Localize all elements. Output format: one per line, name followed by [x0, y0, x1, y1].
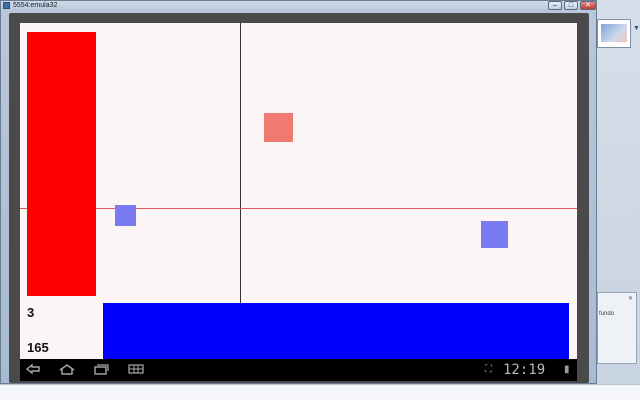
emulator-window: 5554:emula32 – □ ✕ 3 165 ⛶ 12:19 ▮ [0, 0, 597, 384]
thumbnail-image [601, 24, 627, 42]
desktop: 5554:emula32 – □ ✕ 3 165 ⛶ 12:19 ▮ ▼ ✕ f… [0, 0, 640, 400]
back-icon-glyph [25, 363, 40, 375]
score-counter: 3 [27, 305, 35, 320]
battery-icon: ▮ [564, 364, 570, 375]
red-paddle[interactable] [27, 32, 96, 296]
home-icon[interactable] [56, 363, 78, 377]
back-icon[interactable] [22, 363, 44, 377]
blue-square[interactable] [481, 221, 508, 248]
window-titlebar[interactable]: 5554:emula32 – □ ✕ [1, 1, 596, 11]
window-title: 5554:emula32 [13, 2, 58, 9]
blue-square-small[interactable] [115, 205, 136, 226]
side-panel-label: fundo [599, 311, 615, 317]
crosshair-vertical-line [240, 23, 241, 304]
side-panel: ✕ fundo [597, 292, 637, 364]
thumbnail-preview[interactable] [597, 19, 631, 48]
game-screen[interactable]: 3 165 [20, 23, 577, 359]
red-square[interactable] [264, 113, 293, 142]
menu-icon-glyph [128, 364, 144, 374]
blue-paddle[interactable] [103, 303, 569, 359]
clock[interactable]: 12:19 [503, 362, 545, 378]
recent-apps-icon[interactable] [90, 363, 112, 377]
maximize-button[interactable]: □ [564, 1, 578, 10]
recent-apps-icon-glyph [94, 364, 109, 375]
android-system-bar: ⛶ 12:19 ▮ [20, 359, 577, 381]
close-button[interactable]: ✕ [580, 1, 596, 10]
bottom-strip [0, 384, 640, 400]
points-counter: 165 [27, 340, 49, 355]
home-icon-glyph [59, 364, 75, 375]
app-icon [3, 2, 10, 9]
crosshair-horizontal-line [20, 208, 577, 209]
menu-icon[interactable] [125, 363, 147, 377]
screenshot-icon[interactable]: ⛶ [485, 364, 492, 376]
chevron-down-icon[interactable]: ▼ [633, 25, 640, 32]
close-icon[interactable]: ✕ [628, 295, 633, 302]
minimize-button[interactable]: – [548, 1, 562, 10]
